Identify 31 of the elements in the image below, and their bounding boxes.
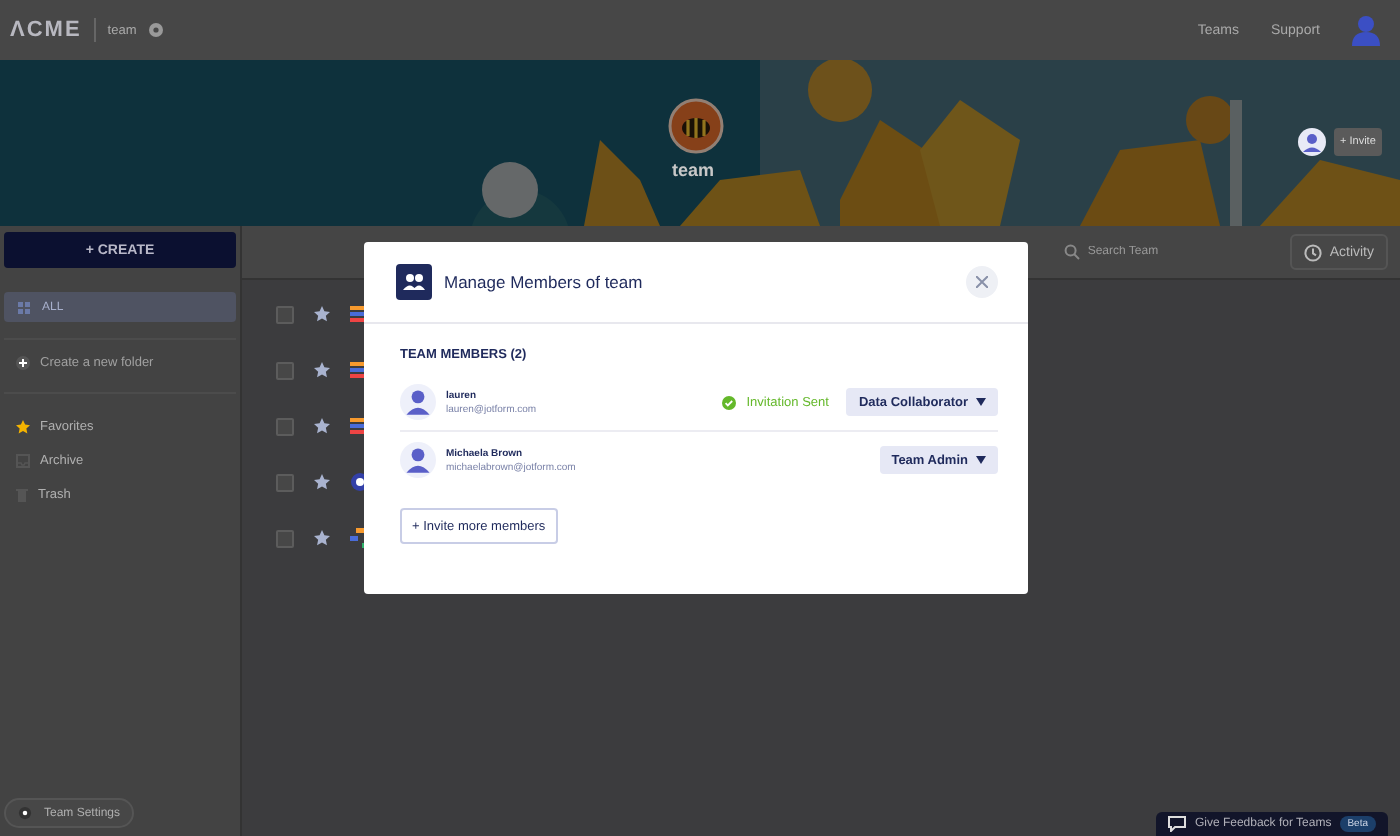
team-avatar-icon	[668, 98, 724, 154]
star-icon[interactable]	[314, 474, 330, 490]
settings-icon	[18, 806, 32, 820]
grid-icon	[18, 301, 30, 313]
close-icon	[976, 276, 988, 288]
checkbox[interactable]	[276, 473, 294, 491]
logo[interactable]: ΛCME	[10, 18, 82, 42]
close-button[interactable]	[966, 266, 998, 298]
member-avatar-icon	[1298, 128, 1326, 156]
avatar-icon	[400, 384, 436, 420]
settings-icon[interactable]	[148, 22, 165, 38]
checkbox[interactable]	[276, 417, 294, 435]
plus-icon	[16, 356, 30, 370]
star-icon	[16, 420, 30, 434]
avatar-icon	[400, 442, 436, 478]
dialog-title: Manage Members of team	[444, 272, 643, 292]
star-icon[interactable]	[314, 306, 330, 322]
star-icon[interactable]	[314, 362, 330, 378]
checkbox[interactable]	[276, 361, 294, 379]
team-icon	[396, 264, 432, 300]
clock-icon	[1303, 243, 1322, 261]
caret-icon	[976, 398, 986, 406]
team-title: team	[672, 160, 715, 180]
caret-icon	[976, 456, 986, 464]
checkbox[interactable]	[276, 529, 294, 547]
star-icon[interactable]	[314, 530, 330, 546]
checkbox[interactable]	[276, 305, 294, 323]
star-icon[interactable]	[314, 418, 330, 434]
search-icon	[1063, 244, 1080, 260]
check-icon	[722, 395, 737, 409]
chat-icon	[1168, 816, 1187, 832]
